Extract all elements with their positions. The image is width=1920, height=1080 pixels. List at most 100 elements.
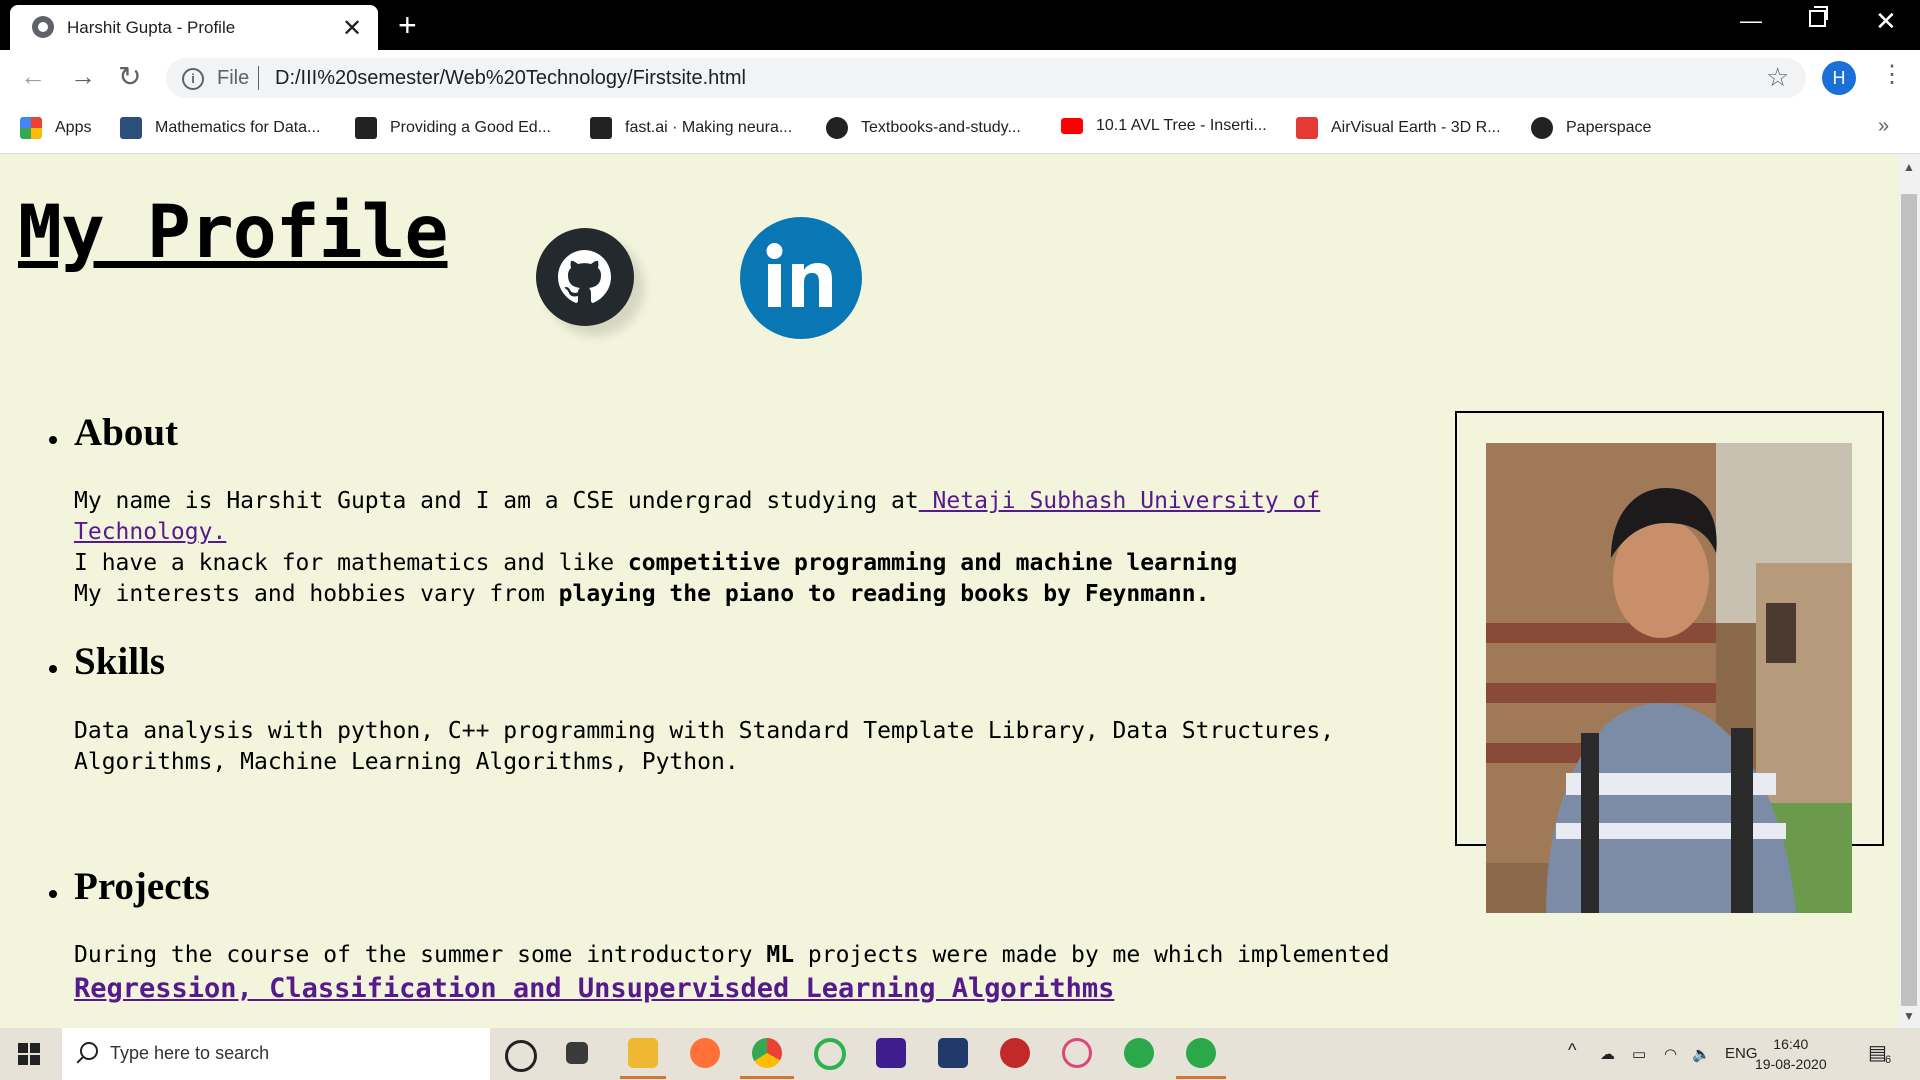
youtube-icon <box>1061 117 1083 134</box>
bookmark-star-icon[interactable]: ☆ <box>1766 62 1789 93</box>
h-icon <box>355 117 377 139</box>
bookmark-label: AirVisual Earth - 3D R... <box>1331 119 1501 137</box>
firefox-icon[interactable] <box>690 1038 720 1068</box>
address-bar[interactable]: i File D:/III%20semester/Web%20Technolog… <box>166 58 1806 98</box>
bookmark-textbooks[interactable]: Textbooks-and-study... <box>826 117 1021 139</box>
about-line-1b: Technology. <box>74 517 226 548</box>
close-window-icon[interactable]: ✕ <box>1875 6 1897 37</box>
close-tab-icon[interactable]: ✕ <box>342 14 362 43</box>
restore-icon[interactable] <box>1809 6 1828 27</box>
cortana-icon[interactable] <box>505 1040 537 1072</box>
minimize-icon[interactable]: — <box>1740 8 1762 34</box>
about-line-1: My name is Harshit Gupta and I am a CSE … <box>74 486 1320 517</box>
university-link-continued[interactable]: Technology. <box>74 519 226 545</box>
active-indicator <box>620 1076 666 1079</box>
volume-icon[interactable]: 🔈 <box>1692 1045 1711 1063</box>
linkedin-icon[interactable] <box>740 217 862 339</box>
scroll-up-icon[interactable]: ▲ <box>1903 160 1915 174</box>
bookmark-good-education[interactable]: Providing a Good Ed... <box>355 117 551 139</box>
search-icon <box>80 1042 98 1060</box>
browser-tab[interactable]: Harshit Gupta - Profile ✕ <box>10 5 378 50</box>
bookmark-paperspace[interactable]: Paperspace <box>1531 117 1651 139</box>
chrome-icon[interactable] <box>752 1038 782 1068</box>
file-explorer-icon[interactable] <box>628 1038 658 1068</box>
bookmark-label: Providing a Good Ed... <box>390 119 551 137</box>
notification-count: 6 <box>1885 1054 1892 1066</box>
tds-icon <box>120 117 142 139</box>
bookmark-fastai[interactable]: fast.ai · Making neura... <box>590 117 792 139</box>
reload-icon[interactable]: ↻ <box>118 60 141 93</box>
projects-text: projects were made by me which implement… <box>794 942 1390 968</box>
new-tab-icon[interactable]: + <box>398 7 417 44</box>
about-text: I have a knack for mathematics and like <box>74 550 628 576</box>
snipping-tool-icon[interactable] <box>1062 1038 1092 1068</box>
atom-app-icon-2[interactable] <box>1186 1038 1216 1068</box>
list-bullet <box>49 665 57 673</box>
github-icon <box>826 117 848 139</box>
apps-grid-icon <box>20 117 42 139</box>
projects-text: During the course of the summer some int… <box>74 942 767 968</box>
clock-time: 16:40 <box>1773 1036 1809 1052</box>
forward-icon[interactable]: → <box>70 61 96 92</box>
bookmark-label: Apps <box>55 119 92 137</box>
bookmark-label: Mathematics for Data... <box>155 119 321 137</box>
swiss-icon <box>1296 117 1318 139</box>
bookmark-mathematics[interactable]: Mathematics for Data... <box>120 117 320 139</box>
back-icon[interactable]: ← <box>20 61 46 92</box>
tab-bar: Harshit Gupta - Profile ✕ + — ✕ <box>0 0 1920 50</box>
bookmark-label: 10.1 AVL Tree - Inserti... <box>1096 117 1267 134</box>
clock[interactable]: 16:40 19-08-2020 <box>1755 1034 1827 1074</box>
wifi-icon[interactable]: ◠ <box>1664 1045 1677 1063</box>
bookmark-airvisual[interactable]: AirVisual Earth - 3D R... <box>1296 117 1501 139</box>
more-bookmarks-icon[interactable]: » <box>1878 115 1889 138</box>
ruby-app-icon[interactable] <box>1000 1038 1030 1068</box>
bookmark-label: Textbooks-and-study... <box>861 119 1021 137</box>
about-text: My interests and hobbies vary from <box>74 581 559 607</box>
about-text: My name is Harshit Gupta and I am a CSE … <box>74 488 919 514</box>
page-scrollbar[interactable]: ▲ ▼ <box>1898 154 1920 1028</box>
bookmark-apps[interactable]: Apps <box>20 117 91 139</box>
windows-start-icon[interactable] <box>18 1043 40 1065</box>
web-page: My Profile About My name is Harshit Gupt… <box>0 154 1898 1028</box>
profile-avatar[interactable]: H <box>1822 61 1856 95</box>
chevron-up-icon[interactable]: ^ <box>1568 1040 1576 1061</box>
onedrive-icon[interactable]: ☁ <box>1600 1045 1615 1063</box>
h-icon <box>590 117 612 139</box>
about-line-2: I have a knack for mathematics and like … <box>74 548 1237 579</box>
page-title: My Profile <box>18 190 448 275</box>
skills-line-2: Algorithms, Machine Learning Algorithms,… <box>74 749 739 775</box>
university-link[interactable]: Netaji Subhash University of <box>919 488 1321 514</box>
ring-app-icon[interactable] <box>814 1038 846 1070</box>
about-bold-text: competitive programming and machine lear… <box>627 550 1238 576</box>
amazon-music-icon[interactable] <box>876 1038 906 1068</box>
projects-heading: Projects <box>74 865 210 908</box>
clock-date: 19-08-2020 <box>1755 1056 1827 1072</box>
projects-line-1: During the course of the summer some int… <box>74 940 1390 971</box>
list-bullet <box>49 890 57 898</box>
skills-heading: Skills <box>74 640 166 683</box>
url-text[interactable]: D:/III%20semester/Web%20Technology/First… <box>275 67 746 90</box>
bookmark-avl-tree[interactable]: 10.1 AVL Tree - Inserti... <box>1061 117 1267 135</box>
search-placeholder: Type here to search <box>110 1043 270 1063</box>
devcpp-icon[interactable] <box>938 1038 968 1068</box>
active-indicator <box>1176 1076 1226 1079</box>
taskbar-search-box[interactable]: Type here to search <box>62 1028 490 1080</box>
projects-bold-text: ML <box>766 942 795 968</box>
language-indicator[interactable]: ENG <box>1725 1045 1758 1062</box>
scroll-thumb[interactable] <box>1901 194 1917 1006</box>
url-scheme: File <box>217 67 250 89</box>
projects-link[interactable]: Regression, Classification and Unsupervi… <box>74 973 1114 1004</box>
task-view-icon[interactable] <box>566 1042 588 1064</box>
globe-icon <box>32 16 54 38</box>
atom-app-icon[interactable] <box>1124 1038 1154 1068</box>
battery-icon[interactable]: ▭ <box>1632 1045 1646 1063</box>
divider <box>258 66 259 90</box>
profile-photo <box>1486 443 1852 913</box>
tab-title: Harshit Gupta - Profile <box>67 18 236 37</box>
github-icon[interactable] <box>536 228 634 326</box>
scroll-down-icon[interactable]: ▼ <box>1903 1009 1915 1023</box>
info-icon[interactable]: i <box>182 68 204 90</box>
about-bold-text: playing the piano to reading books by Fe… <box>558 581 1210 607</box>
more-menu-icon[interactable]: ⋮ <box>1880 60 1904 89</box>
active-indicator <box>740 1076 794 1079</box>
